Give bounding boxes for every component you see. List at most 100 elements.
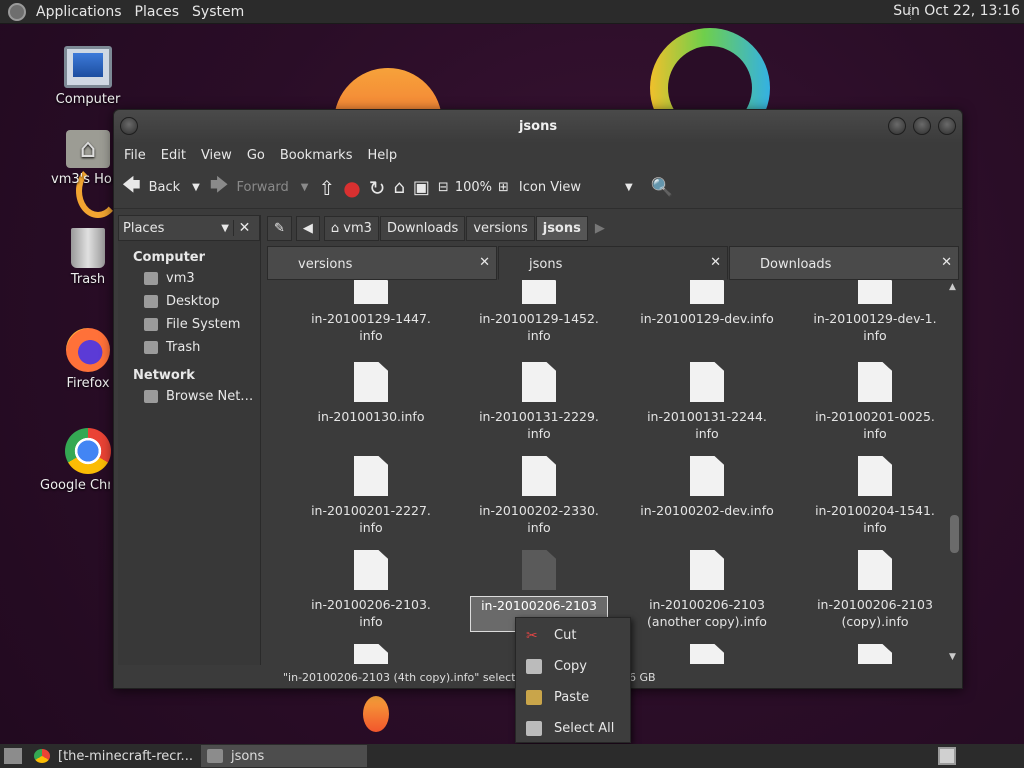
- sidebar-item-trash[interactable]: Trash: [118, 336, 260, 359]
- file-item[interactable]: [791, 644, 947, 664]
- close-tab-icon[interactable]: ✕: [941, 255, 952, 270]
- scroll-up-icon[interactable]: ▲: [949, 282, 956, 292]
- sidebar-item-label: Desktop: [166, 294, 220, 309]
- path-left-arrow-icon[interactable]: ◀: [295, 215, 320, 241]
- folder-icon: [206, 749, 223, 763]
- sidebar-selector[interactable]: Places ▼ ✕: [118, 215, 260, 241]
- zoom-in-button[interactable]: ⊞: [498, 180, 509, 195]
- window-titlebar[interactable]: jsons: [114, 110, 962, 143]
- menu-go[interactable]: Go: [241, 148, 274, 163]
- file-name: in-20100131-2244. info: [647, 409, 767, 441]
- breadcrumb-versions[interactable]: versions: [466, 215, 535, 241]
- network-icon: [144, 390, 158, 403]
- stop-button[interactable]: ●: [343, 176, 360, 200]
- edit-location-button[interactable]: ✎: [267, 215, 292, 241]
- system-menu[interactable]: System: [188, 4, 253, 20]
- file-item[interactable]: in-20100206-2103 (copy).info: [791, 550, 947, 630]
- maximize-button[interactable]: [913, 117, 931, 135]
- forward-button[interactable]: 🡆 Forward ▼: [210, 173, 309, 203]
- file-item[interactable]: in-20100129-1447. info: [287, 280, 455, 344]
- file-name: in-20100204-1541. info: [815, 503, 935, 535]
- workspace-switcher[interactable]: [938, 747, 956, 765]
- sidebar-title: Places: [123, 220, 165, 236]
- file-item[interactable]: in-20100206-2103 (another copy).info: [623, 550, 791, 630]
- file-item[interactable]: [623, 644, 791, 664]
- file-item[interactable]: in-20100129-1452. info: [455, 280, 623, 344]
- window-menu-button[interactable]: [120, 117, 138, 135]
- back-history-dropdown[interactable]: ▼: [192, 182, 200, 193]
- desktop-icon-label: Computer: [55, 92, 121, 107]
- file-item[interactable]: in-20100206-2103. info: [287, 550, 455, 630]
- view-mode-select[interactable]: Icon View ▼: [519, 180, 633, 195]
- file-item[interactable]: in-20100130.info: [287, 362, 455, 425]
- tab-downloads[interactable]: Downloads ✕: [729, 246, 959, 280]
- file-item[interactable]: in-20100204-1541. info: [791, 456, 947, 536]
- home-button[interactable]: ⌂: [393, 177, 404, 198]
- menu-item-cut[interactable]: ✂ Cut: [516, 620, 630, 651]
- reload-button[interactable]: ↻: [369, 176, 386, 200]
- zoom-level[interactable]: 100%: [455, 180, 492, 195]
- path-right-arrow-icon[interactable]: ▶: [595, 221, 605, 236]
- tab-versions[interactable]: versions ✕: [267, 246, 497, 280]
- firefox-icon: [66, 328, 110, 372]
- menu-bookmarks[interactable]: Bookmarks: [274, 148, 362, 163]
- clock[interactable]: Sun Oct 22, 13:16: [893, 3, 1020, 19]
- taskbar-item-jsons[interactable]: jsons: [200, 745, 367, 767]
- sidebar-close-icon[interactable]: ✕: [233, 220, 255, 236]
- close-tab-icon[interactable]: ✕: [710, 255, 721, 270]
- applications-menu[interactable]: Applications: [32, 4, 131, 20]
- file-name: in-20100201-0025. info: [815, 409, 935, 441]
- zoom-out-button[interactable]: ⊟: [438, 180, 449, 195]
- sidebar-item-filesystem[interactable]: File System: [118, 313, 260, 336]
- file-name: in-20100129-1447. info: [311, 311, 431, 343]
- forward-history-dropdown[interactable]: ▼: [301, 182, 309, 193]
- file-name: in-20100206-2103. info: [311, 597, 431, 629]
- file-item[interactable]: in-20100129-dev.info: [623, 280, 791, 327]
- close-button[interactable]: [938, 117, 956, 135]
- menu-file[interactable]: File: [118, 148, 155, 163]
- sidebar-item-browse-network[interactable]: Browse Net…: [118, 385, 260, 408]
- file-item[interactable]: in-20100201-0025. info: [791, 362, 947, 442]
- taskbar-item-chrome[interactable]: [the-minecraft-recr...: [28, 745, 199, 767]
- file-item[interactable]: in-20100131-2229. info: [455, 362, 623, 442]
- file-item[interactable]: in-20100131-2244. info: [623, 362, 791, 442]
- computer-button[interactable]: ▣: [413, 177, 430, 198]
- minimize-button[interactable]: [888, 117, 906, 135]
- scroll-down-icon[interactable]: ▼: [949, 652, 956, 662]
- breadcrumb-vm3[interactable]: ⌂ vm3: [323, 215, 379, 241]
- file-item[interactable]: [287, 644, 455, 664]
- breadcrumb-downloads[interactable]: Downloads: [379, 215, 466, 241]
- menu-item-select-all[interactable]: Select All: [516, 713, 630, 744]
- sidebar-item-vm3[interactable]: vm3: [118, 267, 260, 290]
- breadcrumb-jsons[interactable]: jsons: [535, 215, 588, 241]
- file-name: in-20100129-dev-1. info: [813, 311, 937, 343]
- sidebar-item-desktop[interactable]: Desktop: [118, 290, 260, 313]
- desktop-icon-computer[interactable]: Computer: [43, 46, 133, 107]
- file-icon-view[interactable]: in-20100129-1447. info in-20100129-1452. …: [267, 280, 947, 664]
- back-button[interactable]: 🡄 Back ▼: [122, 173, 200, 203]
- tab-jsons[interactable]: jsons ✕: [498, 246, 728, 280]
- vertical-scrollbar[interactable]: ▲ ▼: [947, 280, 961, 664]
- menu-item-copy[interactable]: Copy: [516, 651, 630, 682]
- up-button[interactable]: ⇧: [318, 176, 335, 200]
- menu-help[interactable]: Help: [361, 148, 406, 163]
- menu-item-label: Copy: [554, 659, 587, 674]
- file-item[interactable]: in-20100129-dev-1. info: [791, 280, 947, 344]
- document-icon: [354, 280, 388, 304]
- file-item[interactable]: in-20100201-2227. info: [287, 456, 455, 536]
- file-manager-window: jsons File Edit View Go Bookmarks Help 🡄…: [113, 109, 963, 689]
- scrollbar-thumb[interactable]: [950, 515, 959, 553]
- search-icon[interactable]: 🔍: [651, 177, 673, 198]
- document-icon: [690, 456, 724, 496]
- sidebar-item-label: vm3: [166, 271, 195, 286]
- show-desktop-icon[interactable]: [4, 748, 22, 764]
- menu-edit[interactable]: Edit: [155, 148, 195, 163]
- file-item[interactable]: in-20100202-2330. info: [455, 456, 623, 536]
- places-menu[interactable]: Places: [131, 4, 189, 20]
- file-item[interactable]: in-20100202-dev.info: [623, 456, 791, 519]
- close-tab-icon[interactable]: ✕: [479, 255, 490, 270]
- menu-item-paste[interactable]: Paste: [516, 682, 630, 713]
- menu-view[interactable]: View: [195, 148, 241, 163]
- document-icon: [354, 362, 388, 402]
- distro-logo-icon[interactable]: [8, 2, 26, 21]
